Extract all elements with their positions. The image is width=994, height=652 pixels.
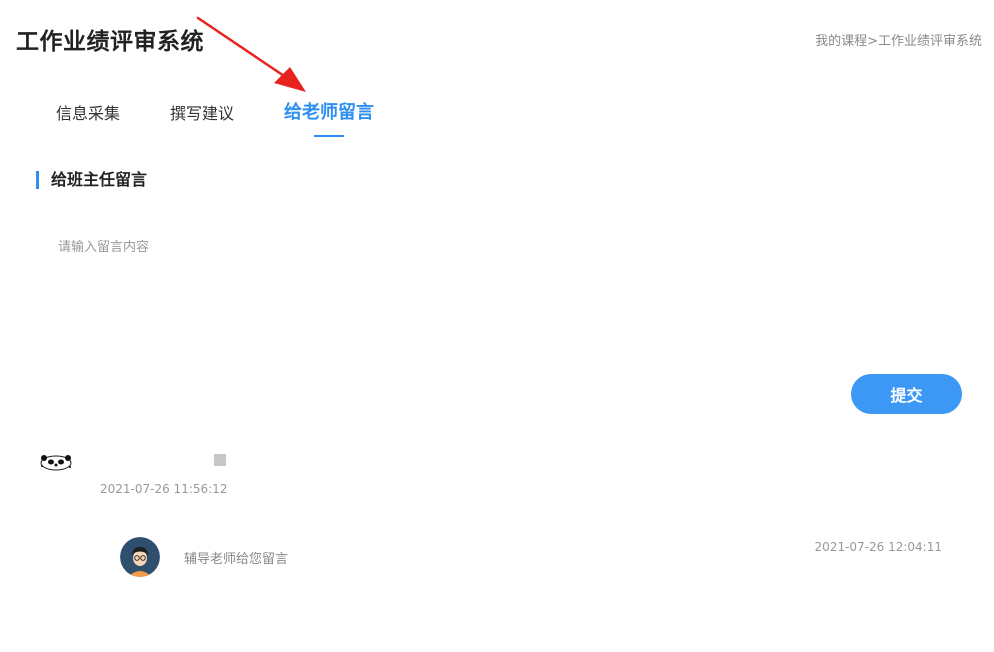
page-title: 工作业绩评审系统: [16, 29, 204, 55]
submit-button[interactable]: 提交: [851, 374, 962, 414]
breadcrumb-current: 工作业绩评审系统: [877, 34, 982, 49]
section-title: 给班主任留言: [36, 171, 147, 189]
tab-info-collection[interactable]: 信息采集: [56, 100, 120, 124]
breadcrumb-my-courses[interactable]: 我的课程: [815, 34, 867, 49]
tab-leave-message[interactable]: 给老师留言: [284, 98, 374, 124]
reply-message: 辅导老师给您留言: [184, 552, 289, 567]
comment-timestamp: 2021-07-26 11:56:12: [100, 482, 228, 496]
message-input[interactable]: [46, 224, 962, 354]
avatar: [36, 446, 76, 476]
active-tab-indicator: [314, 135, 344, 137]
reply-timestamp: 2021-07-26 12:04:11: [814, 540, 942, 554]
teacher-avatar: [120, 537, 160, 577]
comment-image-placeholder: [214, 454, 226, 466]
breadcrumb: 我的课程>工作业绩评审系统: [815, 30, 982, 49]
tab-write-suggestions[interactable]: 撰写建议: [170, 100, 234, 124]
breadcrumb-separator: >: [867, 34, 878, 49]
